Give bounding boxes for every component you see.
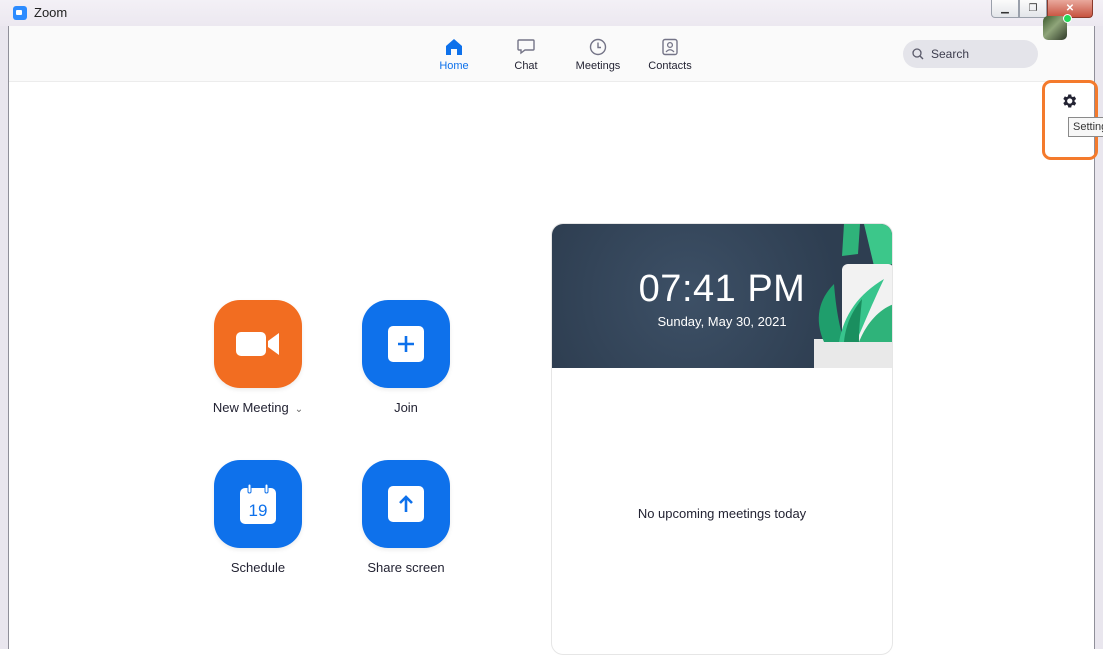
top-nav-bar: Home Chat Meetings Contacts Search (9, 26, 1094, 82)
zoom-app-icon (13, 6, 27, 20)
settings-tooltip: Settings (1068, 117, 1103, 137)
schedule-action: 19 Schedule (183, 460, 333, 575)
gear-icon[interactable] (1060, 92, 1078, 110)
join-label: Join (394, 400, 418, 415)
share-screen-button[interactable] (362, 460, 450, 548)
no-meetings-message: No upcoming meetings today (637, 506, 807, 521)
share-arrow-icon (388, 486, 424, 522)
search-icon (912, 48, 924, 60)
tab-contacts-label: Contacts (648, 60, 692, 72)
window-titlebar: Zoom ▁ ❐ ✕ (0, 0, 1103, 26)
tab-chat-label: Chat (514, 60, 538, 72)
tab-meetings-label: Meetings (575, 60, 621, 72)
calendar-day: 19 (249, 501, 268, 520)
clock-header: 07:41 PM Sunday, May 30, 2021 (552, 224, 892, 368)
calendar-icon: 19 (240, 484, 276, 524)
join-button[interactable] (362, 300, 450, 388)
home-icon (446, 39, 462, 55)
schedule-button[interactable]: 19 (214, 460, 302, 548)
tab-meetings[interactable]: Meetings (562, 38, 634, 72)
search-label: Search (931, 47, 970, 61)
join-action: Join (331, 300, 481, 415)
tab-home-label: Home (439, 60, 469, 72)
contacts-icon (662, 38, 678, 56)
minimize-button[interactable]: ▁ (991, 0, 1019, 18)
schedule-label: Schedule (230, 560, 286, 575)
new-meeting-button[interactable] (214, 300, 302, 388)
chevron-down-icon[interactable]: ⌄ (295, 404, 303, 415)
chat-icon (517, 39, 535, 55)
plus-icon (388, 326, 424, 362)
share-screen-label: Share screen (367, 560, 445, 575)
window-controls: ▁ ❐ ✕ (991, 0, 1093, 18)
current-date: Sunday, May 30, 2021 (657, 314, 787, 329)
tab-contacts[interactable]: Contacts (634, 38, 706, 72)
window-frame-left (0, 26, 9, 649)
new-meeting-label: New Meeting (212, 400, 289, 415)
new-meeting-action: New Meeting ⌄ (183, 300, 333, 415)
tab-home[interactable]: Home (418, 38, 490, 72)
current-time: 07:41 PM (638, 268, 806, 310)
window-title: Zoom (34, 5, 68, 20)
clock-icon (589, 38, 607, 56)
upcoming-meetings-card: 07:41 PM Sunday, May 30, 2021 No upcomin… (551, 223, 893, 655)
search-field[interactable]: Search (903, 40, 1038, 68)
video-camera-icon (236, 332, 279, 356)
share-screen-action: Share screen (331, 460, 481, 575)
presence-status-dot (1063, 14, 1072, 23)
tab-chat[interactable]: Chat (490, 38, 562, 72)
maximize-button[interactable]: ❐ (1019, 0, 1047, 18)
main-tabs: Home Chat Meetings Contacts (418, 38, 706, 72)
